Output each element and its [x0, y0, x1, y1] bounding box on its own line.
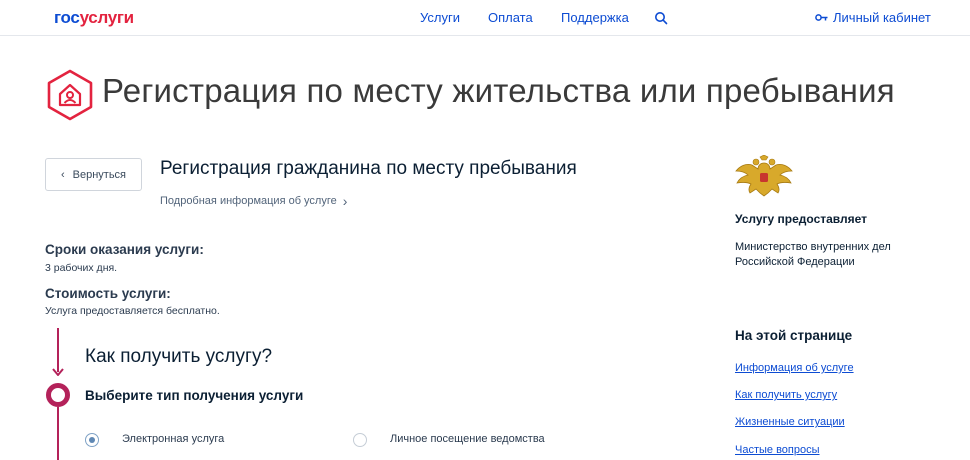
on-page-heading: На этой странице — [735, 328, 853, 343]
chevron-right-icon: › — [342, 193, 348, 209]
service-title: Регистрация гражданина по месту пребыван… — [160, 158, 577, 179]
provider-heading: Услугу предоставляет — [735, 212, 868, 226]
double-headed-eagle-emblem — [735, 155, 793, 197]
house-in-hexagon-icon — [47, 69, 93, 121]
top-navigation-bar: госуслуги Услуги Оплата Поддержка Личный… — [0, 0, 970, 36]
provider-name: Министерство внутренних дел Российской Ф… — [735, 241, 891, 268]
step-connector-line-lower — [57, 407, 59, 460]
more-info-label: Подробная информация об услуге — [160, 195, 337, 207]
step-marker — [46, 383, 70, 407]
arrow-down-icon — [52, 368, 64, 376]
terms-value: 3 рабочих дня. — [45, 262, 118, 274]
search-icon[interactable] — [654, 11, 668, 25]
radio-personal-visit-label[interactable]: Личное посещение ведомства — [390, 433, 545, 445]
personal-account-label: Личный кабинет — [833, 10, 931, 25]
cost-value: Услуга предоставляется бесплатно. — [45, 305, 220, 317]
page-title: Регистрация по месту жительства или преб… — [102, 72, 895, 109]
on-page-link-info[interactable]: Информация об услуге — [735, 362, 854, 374]
radio-electronic-service-label[interactable]: Электронная услуга — [122, 433, 224, 445]
on-page-link-life-situations[interactable]: Жизненные ситуации — [735, 416, 845, 428]
radio-personal-visit[interactable] — [353, 433, 367, 447]
gosuslugi-logo[interactable]: госуслуги — [54, 8, 134, 28]
logo-part-uslugi: услуги — [79, 8, 135, 27]
more-info-link[interactable]: Подробная информация об услуге › — [160, 193, 347, 209]
chevron-left-icon: ‹ — [60, 168, 65, 181]
radio-electronic-service[interactable] — [85, 433, 99, 447]
terms-label: Сроки оказания услуги: — [45, 242, 204, 257]
personal-account-link[interactable]: Личный кабинет — [815, 10, 931, 25]
choose-type-heading: Выберите тип получения услуги — [85, 388, 304, 403]
logo-part-gos: гос — [54, 8, 80, 27]
step-connector-line — [57, 328, 59, 372]
nav-link-services[interactable]: Услуги — [420, 10, 460, 25]
on-page-link-faq[interactable]: Частые вопросы — [735, 444, 820, 456]
key-icon — [815, 14, 828, 21]
nav-link-support[interactable]: Поддержка — [561, 10, 629, 25]
back-button[interactable]: ‹ Вернуться — [45, 158, 142, 191]
nav-link-payment[interactable]: Оплата — [488, 10, 533, 25]
cost-label: Стоимость услуги: — [45, 286, 171, 301]
how-to-get-heading: Как получить услугу? — [85, 346, 273, 367]
on-page-link-how-to-get[interactable]: Как получить услугу — [735, 389, 837, 401]
back-button-label: Вернуться — [72, 168, 127, 181]
